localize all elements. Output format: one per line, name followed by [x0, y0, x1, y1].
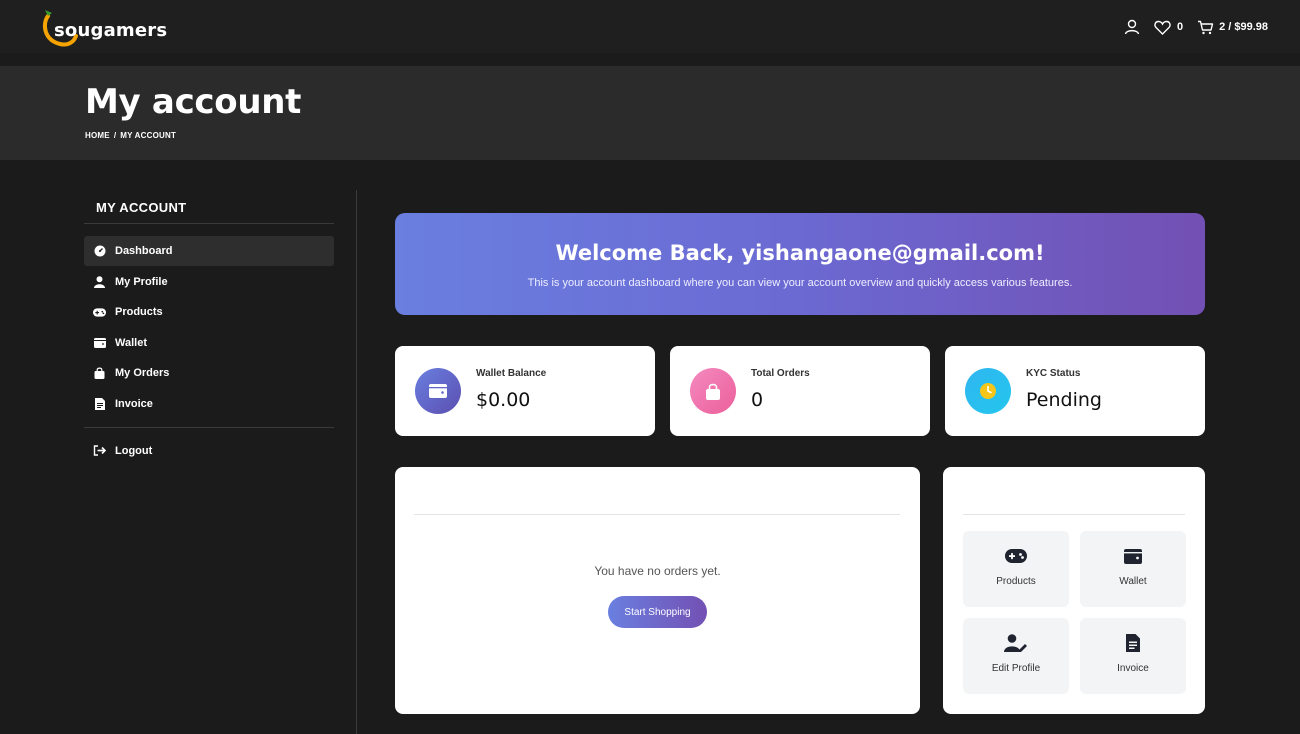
logout-icon [93, 444, 106, 457]
user-edit-icon [963, 633, 1069, 653]
quick-link-label: Edit Profile [991, 663, 1041, 674]
sidebar-item-my-orders[interactable]: My Orders [84, 358, 334, 388]
quick-link-label: Wallet [1119, 576, 1147, 587]
sidebar-item-label: Invoice [115, 397, 153, 410]
wishlist-count[interactable]: 0 [1177, 21, 1183, 33]
stat-value: Pending [1026, 389, 1102, 411]
cart-summary[interactable]: 2 / $99.98 [1219, 21, 1268, 33]
user-icon[interactable] [1124, 19, 1140, 35]
sidebar-separator [356, 190, 357, 734]
stat-label: KYC Status [1026, 368, 1081, 379]
dashboard-icon [93, 245, 106, 258]
header-actions: 0 2 / $99.98 [1124, 17, 1268, 37]
sidebar-item-label: Products [115, 306, 163, 318]
quick-links-panel: Products Wallet Edit Profile Invoice [943, 467, 1205, 714]
recent-orders-panel: You have no orders yet. Start Shopping [395, 467, 920, 714]
stat-card-wallet-balance: Wallet Balance $0.00 [395, 346, 655, 436]
breadcrumb: HOME / MY ACCOUNT [85, 131, 176, 140]
stat-value: $0.00 [476, 389, 531, 411]
stat-label: Total Orders [751, 368, 810, 379]
welcome-subtitle: This is your account dashboard where you… [527, 277, 1073, 289]
heart-icon[interactable] [1154, 20, 1171, 35]
sidebar-item-label: My Profile [115, 275, 168, 288]
stat-card-kyc-status: KYC Status Pending [945, 346, 1205, 436]
sidebar-item-invoice[interactable]: Invoice [84, 389, 334, 419]
panel-divider [963, 514, 1185, 515]
stat-card-total-orders: Total Orders 0 [670, 346, 930, 436]
cart-icon[interactable] [1197, 20, 1214, 35]
invoice-icon [1080, 633, 1186, 653]
empty-orders-message: You have no orders yet. [594, 564, 721, 578]
brand-name: sougamers [54, 20, 168, 41]
invoice-icon [93, 397, 106, 410]
sidebar-item-wallet[interactable]: Wallet [84, 328, 334, 358]
quick-link-label: Invoice [1117, 663, 1149, 674]
quick-link-wallet[interactable]: Wallet [1080, 531, 1186, 607]
page-header: My account HOME / MY ACCOUNT [0, 66, 1300, 160]
start-shopping-button[interactable]: Start Shopping [608, 596, 707, 628]
clock-icon [965, 368, 1011, 414]
breadcrumb-current: MY ACCOUNT [120, 131, 177, 140]
wallet-icon [415, 368, 461, 414]
welcome-banner: Welcome Back, yishangaone@gmail.com! Thi… [395, 213, 1205, 315]
page-title: My account [85, 82, 302, 122]
sidebar-item-label: My Orders [115, 367, 170, 379]
quick-link-edit-profile[interactable]: Edit Profile [963, 618, 1069, 694]
welcome-title: Welcome Back, yishangaone@gmail.com! [555, 241, 1045, 265]
panel-divider [414, 514, 900, 515]
wallet-icon [1080, 546, 1186, 566]
sidebar-item-label: Logout [115, 444, 153, 457]
brand-logo[interactable]: sougamers [38, 6, 178, 50]
top-navbar: sougamers 0 2 / $99.98 [0, 0, 1300, 53]
quick-link-label: Products [996, 576, 1036, 587]
bag-icon [93, 367, 106, 380]
sidebar-item-products[interactable]: Products [84, 297, 334, 327]
wallet-icon [93, 336, 106, 349]
sidebar-item-my-profile[interactable]: My Profile [84, 267, 334, 297]
gamepad-icon [963, 546, 1069, 566]
sidebar-item-logout[interactable]: Logout [84, 436, 334, 466]
sidebar-heading: MY ACCOUNT [84, 190, 334, 224]
sidebar-item-label: Dashboard [115, 245, 173, 257]
quick-link-invoice[interactable]: Invoice [1080, 618, 1186, 694]
sidebar-item-label: Wallet [115, 336, 147, 349]
sidebar-item-dashboard[interactable]: Dashboard [84, 236, 334, 266]
gamepad-icon [93, 306, 106, 319]
sidebar-divider [84, 426, 334, 428]
stat-label: Wallet Balance [476, 368, 547, 379]
stat-value: 0 [751, 389, 764, 411]
quick-link-products[interactable]: Products [963, 531, 1069, 607]
breadcrumb-separator: / [113, 131, 117, 140]
user-icon [93, 275, 106, 288]
bag-icon [690, 368, 736, 414]
breadcrumb-home[interactable]: HOME [85, 131, 110, 140]
account-sidebar: MY ACCOUNT Dashboard My Profile Products… [84, 190, 334, 466]
